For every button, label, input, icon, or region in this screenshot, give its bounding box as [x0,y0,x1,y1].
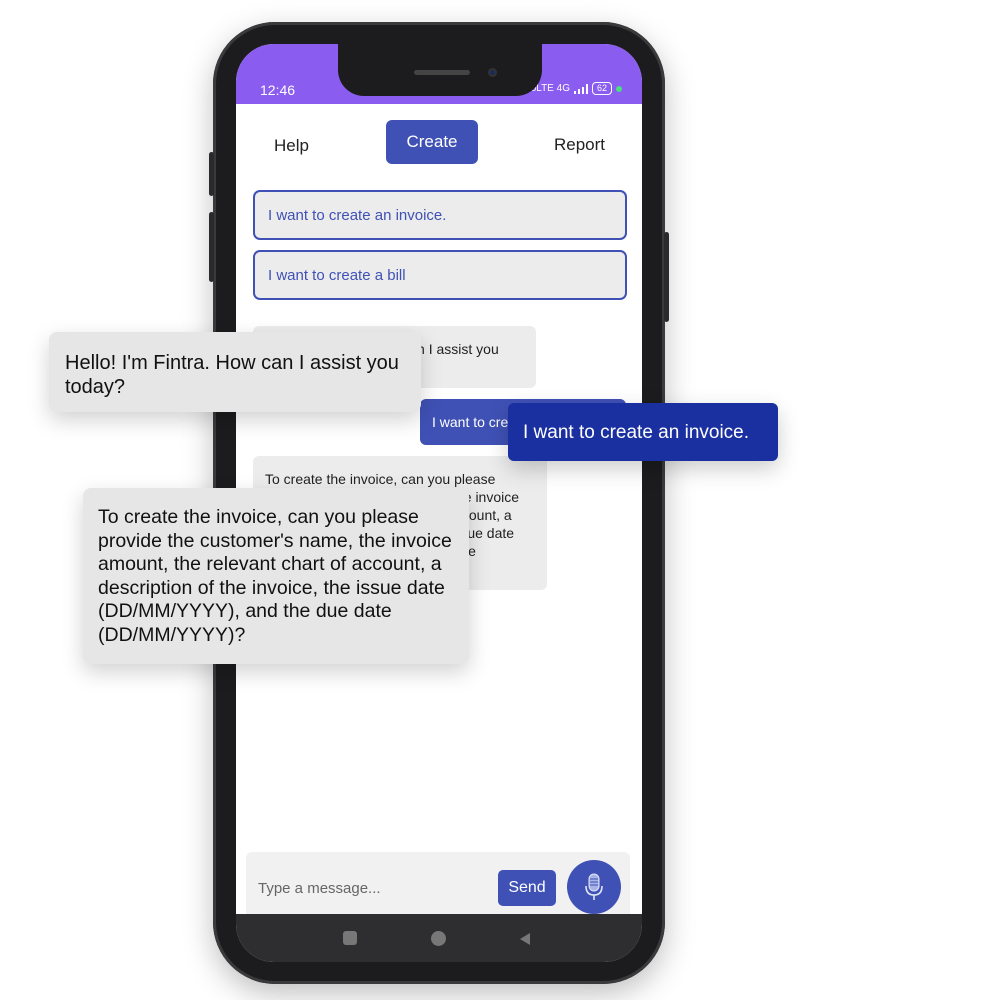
signal-icon [573,83,588,94]
status-icons: VoLTE 4G 62 [525,82,622,95]
floating-reply-bubble: To create the invoice, can you please pr… [83,488,469,664]
microphone-button[interactable] [567,860,621,914]
tab-report[interactable]: Report [554,135,605,155]
floating-user-bubble: I want to create an invoice. [508,403,778,461]
volume-down-button [209,212,214,282]
front-camera [488,68,497,77]
tab-help[interactable]: Help [274,136,309,156]
tab-create[interactable]: Create [386,120,478,164]
speaker-grille [414,70,470,75]
microphone-icon [585,873,603,900]
volume-up-button [209,152,214,196]
battery-icon: 62 [591,82,612,95]
power-button [664,232,669,322]
suggestion-create-bill[interactable]: I want to create a bill [253,250,627,300]
notch [338,44,542,96]
message-input[interactable] [258,872,478,904]
status-time: 12:46 [260,82,296,98]
suggestion-create-invoice[interactable]: I want to create an invoice. [253,190,627,240]
nav-square-icon[interactable] [343,931,357,945]
send-button[interactable]: Send [498,870,556,906]
floating-greeting-bubble: Hello! I'm Fintra. How can I assist you … [49,332,421,412]
nav-back-icon[interactable] [517,931,533,947]
charging-dot-icon [616,85,622,92]
system-navigation-bar [236,914,642,962]
nav-home-icon[interactable] [431,931,446,946]
